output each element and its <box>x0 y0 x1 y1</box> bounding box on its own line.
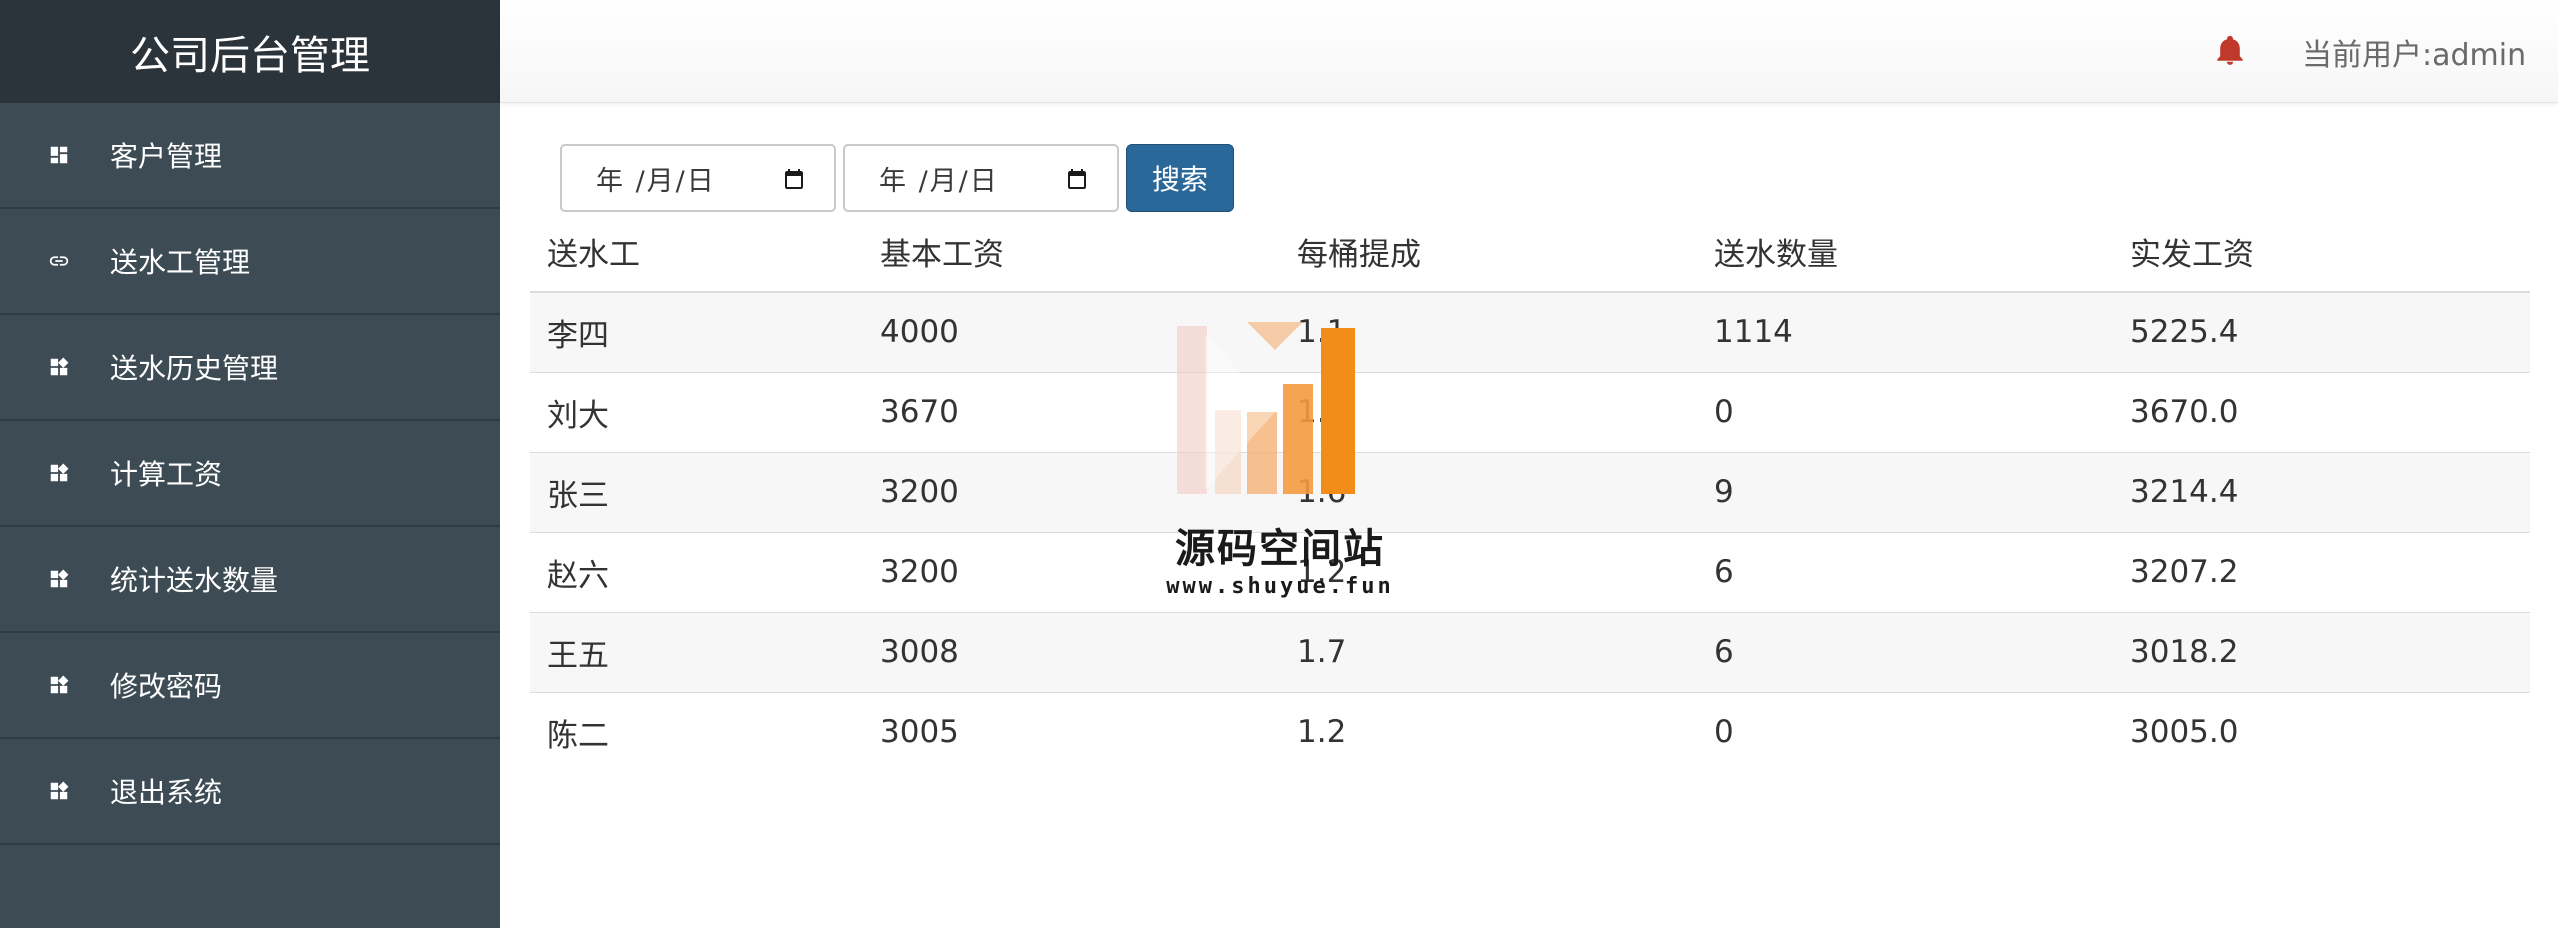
link-icon <box>48 250 70 272</box>
column-header-commission: 每桶提成 <box>1280 212 1697 293</box>
search-button[interactable]: 搜索 <box>1126 144 1234 212</box>
cell-delivery-count: 6 <box>1697 611 2113 692</box>
cell-net-salary: 3670.0 <box>2113 371 2530 452</box>
sidebar: 公司后台管理 客户管理 送水工管理 送水历史管理 计算工资 统计送水数量 修改密… <box>0 0 500 928</box>
widgets-icon <box>48 674 70 696</box>
cell-base-salary: 3008 <box>863 611 1280 692</box>
current-user-label: 当前用户:admin <box>2302 38 2527 73</box>
cell-base-salary: 3200 <box>863 531 1280 612</box>
calendar-icon[interactable] <box>1065 168 1089 192</box>
cell-delivery-count: 0 <box>1697 691 2113 772</box>
cell-worker: 张三 <box>530 451 863 532</box>
bell-icon[interactable] <box>2216 36 2244 66</box>
cell-net-salary: 5225.4 <box>2113 291 2530 372</box>
widgets-icon <box>48 568 70 590</box>
table-row: 李四 4000 1.1 1114 5225.4 <box>530 291 2530 372</box>
cell-worker: 赵六 <box>530 531 863 612</box>
cell-commission: 1.2 <box>1280 531 1697 612</box>
widgets-icon <box>48 462 70 484</box>
cell-net-salary: 3018.2 <box>2113 611 2530 692</box>
sidebar-item-delivery-history[interactable]: 送水历史管理 <box>0 315 500 421</box>
app-title: 公司后台管理 <box>0 0 500 103</box>
table-row: 刘大 3670 1.0 0 3670.0 <box>530 371 2530 452</box>
sidebar-item-water-workers[interactable]: 送水工管理 <box>0 209 500 315</box>
cell-worker: 李四 <box>530 291 863 372</box>
end-date-placeholder: 年 /月/日 <box>879 165 999 197</box>
table-row: 张三 3200 1.6 9 3214.4 <box>530 451 2530 532</box>
cell-commission: 1.7 <box>1280 611 1697 692</box>
calendar-icon[interactable] <box>782 168 806 192</box>
sidebar-item-label: 送水历史管理 <box>110 352 279 385</box>
cell-commission: 1.1 <box>1280 291 1697 372</box>
column-header-base-salary: 基本工资 <box>863 212 1280 293</box>
salary-table: 送水工 基本工资 每桶提成 送水数量 实发工资 李四 4000 1.1 1114… <box>530 212 2530 772</box>
cell-worker: 刘大 <box>530 371 863 452</box>
sidebar-item-statistics[interactable]: 统计送水数量 <box>0 527 500 633</box>
cell-worker: 王五 <box>530 611 863 692</box>
app: 公司后台管理 客户管理 送水工管理 送水历史管理 计算工资 统计送水数量 修改密… <box>0 0 2558 928</box>
cell-commission: 1.6 <box>1280 451 1697 532</box>
sidebar-item-label: 修改密码 <box>110 670 223 703</box>
start-date-placeholder: 年 /月/日 <box>596 165 716 197</box>
cell-net-salary: 3005.0 <box>2113 691 2530 772</box>
cell-delivery-count: 6 <box>1697 531 2113 612</box>
column-header-worker: 送水工 <box>530 212 863 293</box>
table-header-row: 送水工 基本工资 每桶提成 送水数量 实发工资 <box>530 212 2530 293</box>
sidebar-item-label: 统计送水数量 <box>110 564 279 597</box>
cell-commission: 1.2 <box>1280 691 1697 772</box>
cell-base-salary: 3200 <box>863 451 1280 532</box>
sidebar-item-customers[interactable]: 客户管理 <box>0 103 500 209</box>
cell-worker: 陈二 <box>530 691 863 772</box>
table-row: 赵六 3200 1.2 6 3207.2 <box>530 531 2530 612</box>
table-row: 王五 3008 1.7 6 3018.2 <box>530 611 2530 692</box>
sidebar-item-salary[interactable]: 计算工资 <box>0 421 500 527</box>
cell-base-salary: 4000 <box>863 291 1280 372</box>
column-header-delivery-count: 送水数量 <box>1697 212 2113 293</box>
cell-net-salary: 3214.4 <box>2113 451 2530 532</box>
cell-base-salary: 3670 <box>863 371 1280 452</box>
cell-delivery-count: 9 <box>1697 451 2113 532</box>
sidebar-item-logout[interactable]: 退出系统 <box>0 739 500 845</box>
cell-base-salary: 3005 <box>863 691 1280 772</box>
sidebar-item-label: 退出系统 <box>110 776 223 809</box>
start-date-input[interactable]: 年 /月/日 <box>560 144 836 212</box>
end-date-input[interactable]: 年 /月/日 <box>843 144 1119 212</box>
cell-commission: 1.0 <box>1280 371 1697 452</box>
sidebar-item-label: 送水工管理 <box>110 246 251 279</box>
dashboard-icon <box>48 144 70 166</box>
cell-delivery-count: 0 <box>1697 371 2113 452</box>
cell-net-salary: 3207.2 <box>2113 531 2530 612</box>
sidebar-item-label: 客户管理 <box>110 140 223 173</box>
widgets-icon <box>48 780 70 802</box>
sidebar-item-label: 计算工资 <box>110 458 223 491</box>
cell-delivery-count: 1114 <box>1697 291 2113 372</box>
top-header: 当前用户:admin <box>500 0 2558 103</box>
sidebar-item-change-password[interactable]: 修改密码 <box>0 633 500 739</box>
widgets-icon <box>48 356 70 378</box>
column-header-net-salary: 实发工资 <box>2113 212 2530 293</box>
table-row: 陈二 3005 1.2 0 3005.0 <box>530 691 2530 772</box>
